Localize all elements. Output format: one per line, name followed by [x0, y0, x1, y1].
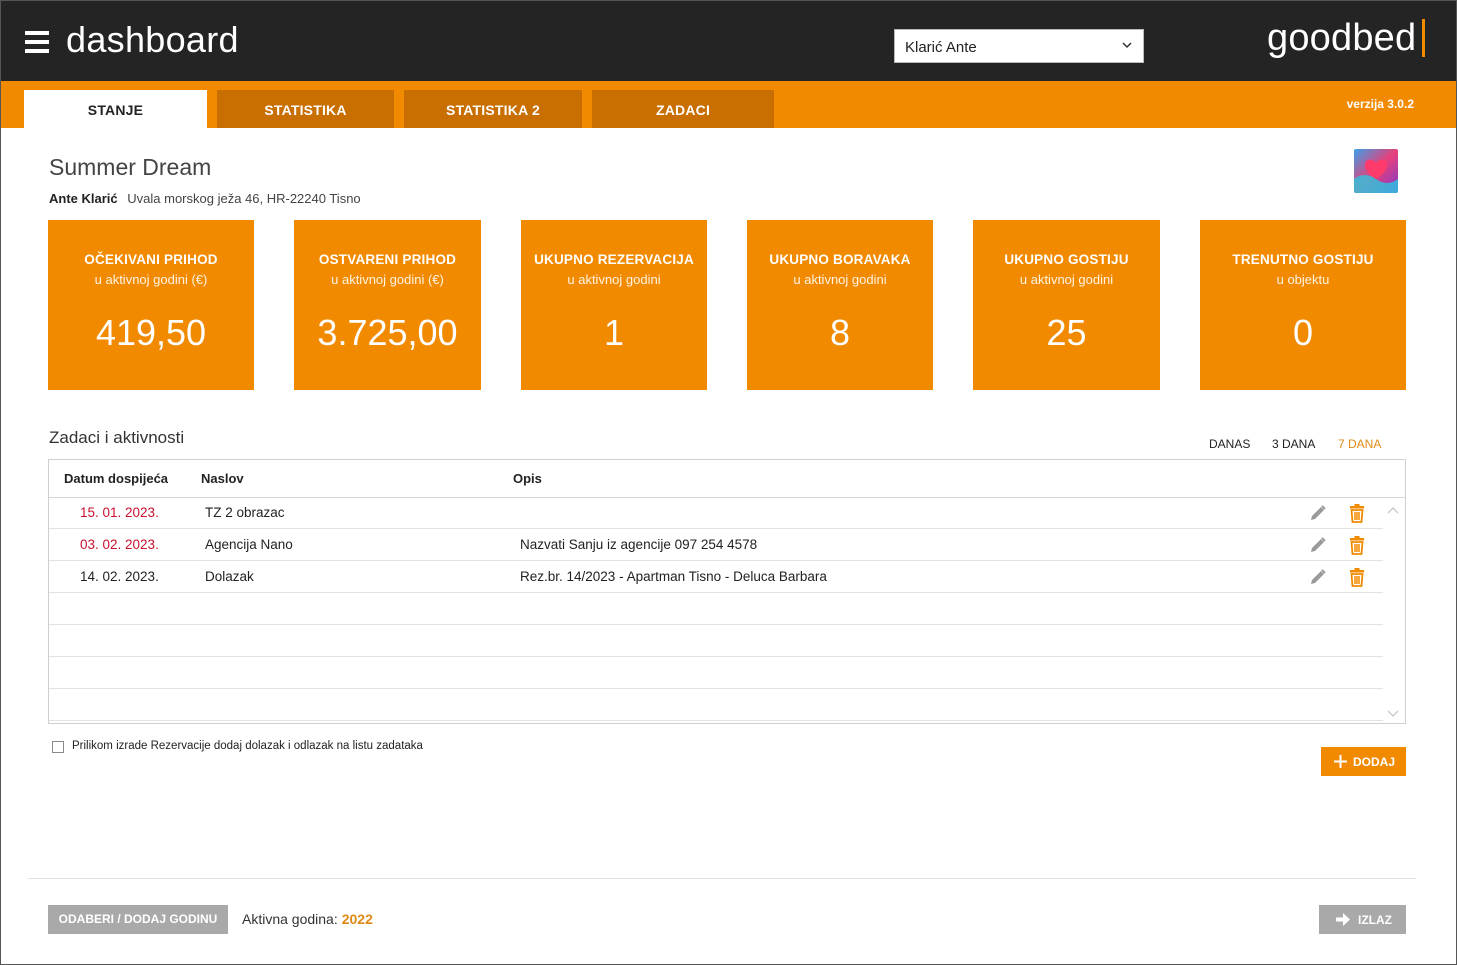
edit-icon[interactable]	[1308, 535, 1328, 555]
edit-icon[interactable]	[1308, 503, 1328, 523]
property-image-icon	[1354, 149, 1398, 193]
version-label: verzija 3.0.2	[1346, 97, 1414, 111]
add-task-button[interactable]: DODAJ	[1321, 747, 1406, 776]
tasks-table: Datum dospijeća Naslov Opis 15. 01. 2023…	[48, 459, 1406, 724]
menu-icon[interactable]	[25, 31, 49, 53]
scroll-up-icon[interactable]	[1387, 506, 1399, 514]
table-row-empty	[49, 689, 1383, 721]
arrow-right-icon	[1336, 913, 1350, 926]
table-row-empty	[49, 657, 1383, 689]
table-row[interactable]: 14. 02. 2023. Dolazak Rez.br. 14/2023 - …	[49, 561, 1383, 593]
top-bar: dashboard Klarić Ante goodbed	[1, 1, 1456, 81]
card-expected-income: OČEKIVANI PRIHOD u aktivnoj godini (€) 4…	[48, 220, 254, 390]
table-row[interactable]: 03. 02. 2023. Agencija Nano Nazvati Sanj…	[49, 529, 1383, 561]
card-total-reservations: UKUPNO REZERVACIJA u aktivnoj godini 1	[521, 220, 707, 390]
col-description[interactable]: Opis	[513, 471, 542, 486]
card-realized-income: OSTVARENI PRIHOD u aktivnoj godini (€) 3…	[294, 220, 481, 390]
edit-icon[interactable]	[1308, 567, 1328, 587]
active-year-value: 2022	[341, 911, 373, 927]
tab-statistika[interactable]: STATISTIKA	[217, 90, 394, 128]
trash-icon[interactable]	[1347, 567, 1367, 587]
trash-icon[interactable]	[1347, 535, 1367, 555]
col-title[interactable]: Naslov	[201, 471, 244, 486]
footer-divider	[28, 878, 1416, 879]
table-row[interactable]: 15. 01. 2023. TZ 2 obrazac	[49, 497, 1383, 529]
tab-bar: STANJE STATISTIKA STATISTIKA 2 ZADACI ve…	[1, 81, 1456, 128]
table-row-empty	[49, 625, 1383, 657]
table-row-empty	[49, 593, 1383, 625]
range-7-dana[interactable]: 7 DANA	[1338, 437, 1381, 451]
tasks-title: Zadaci i aktivnosti	[49, 428, 185, 447]
plus-icon	[1334, 755, 1347, 768]
page-title: dashboard	[66, 19, 239, 60]
goodbed-logo: goodbed	[1267, 19, 1426, 57]
chevron-down-icon	[1122, 42, 1132, 49]
exit-button[interactable]: IZLAZ	[1319, 905, 1406, 934]
card-total-stays: UKUPNO BORAVAKA u aktivnoj godini 8	[747, 220, 933, 390]
table-header: Datum dospijeća Naslov Opis	[49, 460, 1405, 498]
add-arrivals-checkbox-label: Prilikom izrade Rezervacije dodaj dolaza…	[72, 740, 423, 752]
user-select[interactable]: Klarić Ante	[894, 29, 1144, 63]
active-year-info: Aktivna godina: 2022	[242, 911, 373, 927]
tab-stanje[interactable]: STANJE	[24, 90, 207, 128]
trash-icon[interactable]	[1347, 503, 1367, 523]
card-total-guests: UKUPNO GOSTIJU u aktivnoj godini 25	[973, 220, 1160, 390]
select-year-button[interactable]: ODABERI / DODAJ GODINU	[48, 905, 228, 934]
tab-zadaci[interactable]: ZADACI	[592, 90, 774, 128]
col-due-date[interactable]: Datum dospijeća	[64, 471, 168, 486]
range-danas[interactable]: DANAS	[1209, 437, 1250, 451]
user-select-value: Klarić Ante	[905, 39, 977, 56]
active-year-label: Aktivna godina:	[242, 911, 338, 927]
property-owner: Ante Klarić	[49, 191, 118, 206]
property-name: Summer Dream	[49, 154, 212, 180]
property-address-line: Ante Klarić Uvala morskog ježa 46, HR-22…	[49, 191, 361, 206]
range-3-dana[interactable]: 3 DANA	[1272, 437, 1315, 451]
property-thumbnail[interactable]	[1354, 149, 1398, 193]
scroll-down-icon[interactable]	[1387, 710, 1399, 718]
tab-statistika-2[interactable]: STATISTIKA 2	[404, 90, 582, 128]
card-current-guests: TRENUTNO GOSTIJU u objektu 0	[1200, 220, 1406, 390]
add-arrivals-checkbox[interactable]	[52, 741, 64, 753]
property-address: Uvala morskog ježa 46, HR-22240 Tisno	[127, 191, 361, 206]
